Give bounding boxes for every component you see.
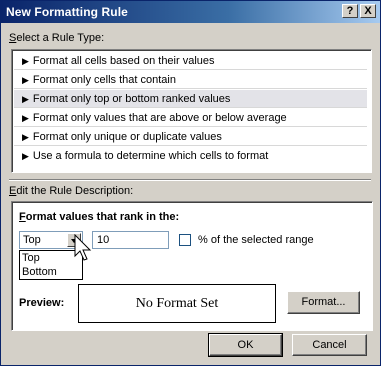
preview-label: Preview: [19, 297, 65, 309]
triangle-right-icon: ▶ [22, 151, 29, 161]
rule-type-item-all-cells[interactable]: ▶ Format all cells based on their values [14, 52, 367, 70]
rank-count-input[interactable]: 10 [92, 231, 169, 249]
preview-box: No Format Set [78, 284, 276, 323]
triangle-right-icon: ▶ [22, 113, 29, 123]
dialog-title: New Formatting Rule [6, 5, 128, 19]
mouse-pointer-icon [74, 234, 92, 261]
divider [9, 179, 371, 181]
close-button[interactable]: X [360, 4, 376, 18]
new-formatting-rule-dialog: New Formatting Rule ? X Select a Rule Ty… [0, 0, 381, 366]
title-bar[interactable]: New Formatting Rule ? X [1, 1, 380, 23]
cancel-button[interactable]: Cancel [292, 334, 367, 356]
triangle-right-icon: ▶ [22, 132, 29, 142]
dropdown-option-top[interactable]: Top [22, 252, 40, 265]
ok-button[interactable]: OK [208, 333, 283, 357]
triangle-right-icon: ▶ [22, 94, 29, 104]
rule-type-item-unique-duplicate[interactable]: ▶ Format only unique or duplicate values [14, 128, 367, 146]
select-rule-type-heading: Select a Rule Type: [9, 32, 105, 44]
dropdown-option-bottom[interactable]: Bottom [22, 266, 57, 279]
rank-count-value: 10 [97, 234, 110, 246]
triangle-right-icon: ▶ [22, 75, 29, 85]
rank-direction-value: Top [23, 234, 41, 246]
percent-checkbox-label: % of the selected range [198, 234, 314, 246]
edit-rule-description-heading: Edit the Rule Description: [9, 185, 134, 197]
triangle-right-icon: ▶ [22, 56, 29, 66]
rule-type-item-formula[interactable]: ▶ Use a formula to determine which cells … [14, 147, 367, 165]
help-button[interactable]: ? [342, 4, 358, 18]
format-button[interactable]: Format... [287, 291, 360, 314]
rule-type-item-top-bottom[interactable]: ▶ Format only top or bottom ranked values [14, 90, 367, 108]
rule-type-list[interactable]: ▶ Format all cells based on their values … [11, 49, 372, 173]
rank-heading: Format values that rank in the: [19, 211, 180, 223]
rule-type-item-above-below-average[interactable]: ▶ Format only values that are above or be… [14, 109, 367, 127]
rule-type-item-cells-contain[interactable]: ▶ Format only cells that contain [14, 71, 367, 89]
percent-checkbox[interactable] [179, 234, 191, 246]
